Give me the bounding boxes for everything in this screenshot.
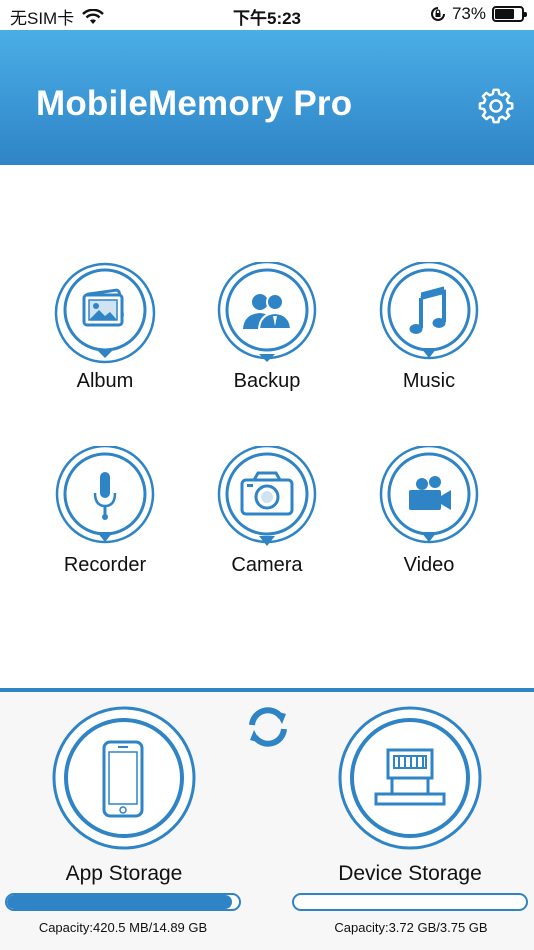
feature-recorder[interactable]: Recorder: [25, 446, 185, 586]
battery-icon: [492, 6, 527, 22]
app-storage-progress: [5, 893, 241, 911]
gear-icon[interactable]: [478, 88, 514, 124]
orientation-lock-icon: [431, 7, 445, 21]
status-bar: 无SIM卡 下午5:23 73%: [0, 0, 534, 30]
device-storage-label: Device Storage: [338, 862, 482, 885]
app-storage-label: App Storage: [65, 862, 183, 885]
feature-video[interactable]: Video: [349, 446, 509, 586]
video-camera-icon: [379, 446, 479, 544]
microphone-icon: [55, 446, 155, 544]
music-icon: [379, 262, 479, 360]
battery-level: [495, 9, 514, 19]
app-title: MobileMemory Pro: [36, 84, 353, 123]
feature-label: Music: [402, 370, 456, 392]
feature-label: Camera: [231, 554, 303, 576]
status-right: 73%: [430, 4, 527, 24]
app-header: MobileMemory Pro: [0, 30, 534, 165]
album-icon: [54, 262, 156, 364]
feature-label: Recorder: [63, 554, 147, 576]
device-storage-button[interactable]: [338, 706, 482, 850]
feature-album[interactable]: Album: [25, 262, 185, 402]
feature-label: Backup: [233, 370, 301, 392]
feature-camera[interactable]: Camera: [187, 446, 347, 586]
camera-icon: [217, 446, 317, 546]
refresh-icon[interactable]: [244, 705, 292, 749]
app-storage-capacity: Capacity:420.5 MB/14.89 GB: [38, 920, 208, 935]
app-storage-button[interactable]: [52, 706, 196, 850]
battery-percent: 73%: [451, 4, 486, 23]
battery-tip: [524, 12, 527, 17]
feature-label: Video: [403, 554, 455, 576]
device-storage-progress: [292, 893, 528, 911]
app-storage-progress-fill: [7, 895, 233, 909]
feature-music[interactable]: Music: [349, 262, 509, 402]
feature-backup[interactable]: Backup: [187, 262, 347, 402]
backup-icon: [217, 262, 317, 362]
feature-label: Album: [76, 370, 134, 392]
device-storage-capacity: Capacity:3.72 GB/3.75 GB: [334, 920, 488, 935]
